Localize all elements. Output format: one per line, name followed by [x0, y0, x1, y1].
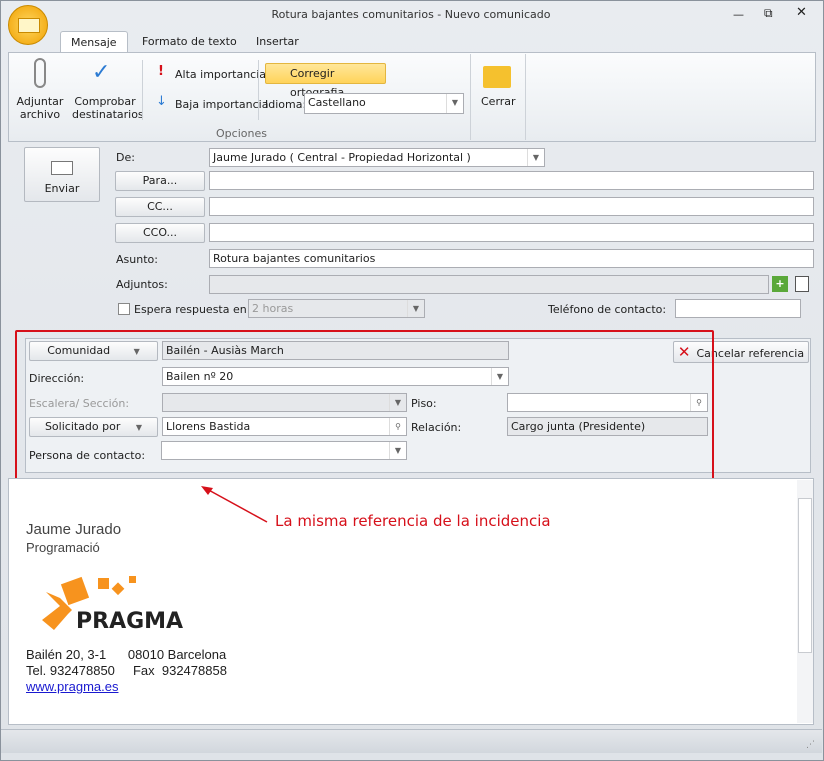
close-button[interactable]: ✕ [796, 5, 807, 20]
high-importance-button[interactable]: Alta importancia [175, 68, 266, 81]
low-importance-button[interactable]: Baja importancia [175, 98, 268, 111]
copy-attachment-icon[interactable] [795, 276, 809, 292]
close-folder-icon [483, 66, 511, 88]
send-label: Enviar [44, 182, 80, 195]
tab-formato-texto[interactable]: Formato de texto [132, 31, 247, 53]
bcc-input[interactable] [209, 223, 814, 242]
annotation-arrow [201, 486, 268, 523]
signature-phone: Tel. 932478850 Fax 932478858 [26, 663, 227, 678]
signature-name: Jaume Jurado [26, 521, 122, 538]
phone-label: Teléfono de contacto: [548, 303, 667, 316]
wait-label: Espera respuesta en: [134, 303, 251, 316]
signature-address: Bailén 20, 3-1 08010 Barcelona [26, 647, 227, 662]
from-select[interactable]: Jaume Jurado ( Central - Propiedad Horiz… [209, 148, 545, 167]
tab-mensaje[interactable]: Mensaje [60, 31, 128, 53]
cc-input[interactable] [209, 197, 814, 216]
idioma-label: Idioma: [265, 98, 307, 111]
add-attachment-icon[interactable]: + [772, 276, 788, 292]
attachments-field[interactable] [209, 275, 769, 294]
phone-input[interactable] [675, 299, 801, 318]
language-value: Castellano [308, 96, 366, 109]
send-envelope-icon [51, 161, 73, 175]
annotation-box [15, 330, 714, 486]
status-bar [1, 729, 822, 753]
spellcheck-button[interactable]: Corregir ortografia [265, 63, 386, 99]
low-importance-icon: ↓ [156, 94, 167, 109]
to-button[interactable]: Para... [115, 171, 205, 191]
resize-grip[interactable]: ⋰ [806, 740, 815, 750]
wait-select[interactable]: 2 horas ▼ [248, 299, 425, 318]
from-value: Jaume Jurado ( Central - Propiedad Horiz… [213, 151, 471, 164]
subject-input[interactable]: Rotura bajantes comunitarios [209, 249, 814, 268]
wait-checkbox[interactable] [118, 303, 130, 315]
window-title: Rotura bajantes comunitarios - Nuevo com… [271, 8, 551, 21]
check-recipients-icon: ✓ [92, 60, 111, 85]
close-button-ribbon[interactable]: Cerrar [481, 95, 516, 108]
attachments-label: Adjuntos: [116, 278, 168, 291]
attach-file-button[interactable]: Adjuntar archivo [14, 95, 66, 121]
subject-label: Asunto: [116, 253, 158, 266]
tab-insertar[interactable]: Insertar [246, 31, 309, 53]
restore-button[interactable]: ⧉ [764, 6, 773, 21]
cc-button[interactable]: CC... [115, 197, 205, 217]
paperclip-icon [34, 58, 46, 88]
svg-text:PRAGMA: PRAGMA [76, 609, 183, 632]
bcc-button[interactable]: CCO... [115, 223, 205, 243]
high-importance-icon: ! [158, 64, 164, 79]
minimize-button[interactable]: — [733, 8, 744, 21]
language-select[interactable]: Castellano ▼ [304, 93, 464, 114]
signature-website-link[interactable]: www.pragma.es [26, 679, 118, 694]
to-input[interactable] [209, 171, 814, 190]
from-label: De: [116, 151, 135, 164]
signature-role: Programació [26, 540, 100, 555]
group-label-opciones: Opciones [216, 127, 267, 140]
wait-value: 2 horas [252, 302, 294, 315]
pragma-logo: PRAGMA [42, 576, 183, 632]
annotation-text: La misma referencia de la incidencia [275, 512, 551, 530]
scrollbar[interactable] [797, 480, 813, 723]
check-recipients-button[interactable]: Comprobar destinatarios [72, 95, 144, 121]
